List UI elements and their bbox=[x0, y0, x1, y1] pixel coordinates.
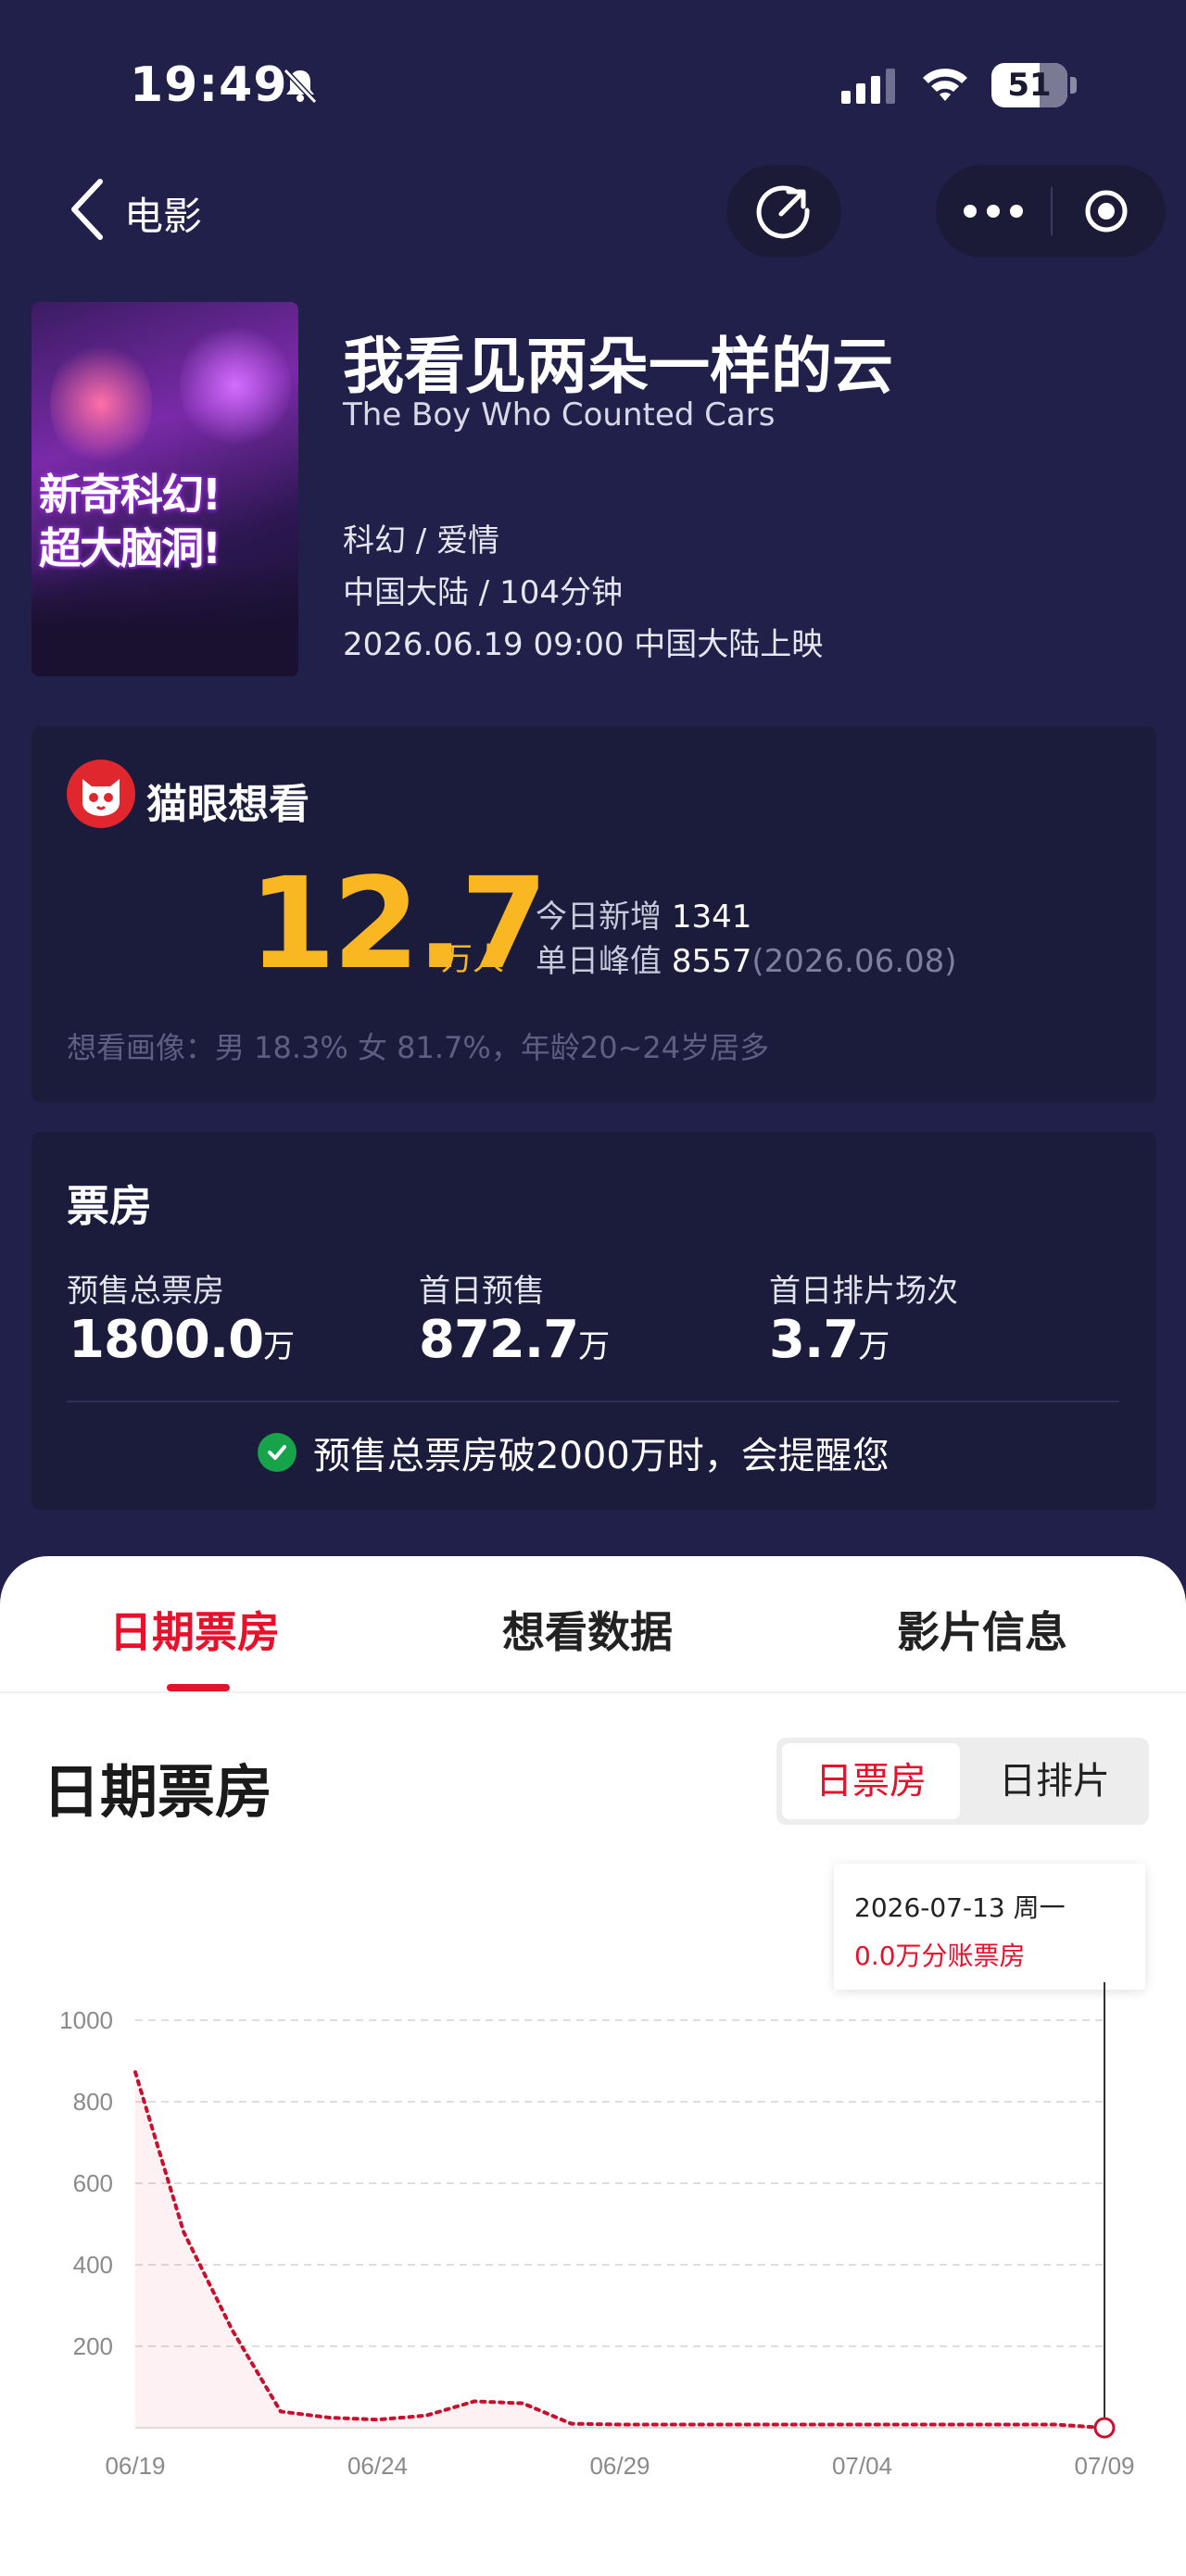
presale-total-label: 预售总票房 bbox=[67, 1273, 224, 1310]
daily-box-office-toggle[interactable]: 日票房 bbox=[782, 1743, 960, 1819]
tab-divider bbox=[0, 1691, 1186, 1693]
presale-total-value: 1800.0万 bbox=[69, 1310, 295, 1370]
check-circle-icon bbox=[258, 1433, 296, 1472]
y-tick-label: 800 bbox=[73, 2088, 113, 2116]
tooltip-date: 2026-07-13 周一 bbox=[854, 1892, 1066, 1923]
chart-tooltip: 2026-07-13 周一 0.0万分账票房 bbox=[834, 1864, 1145, 1990]
battery-level: 51 bbox=[1007, 67, 1052, 104]
movie-poster[interactable]: 新奇科幻! 超大脑洞! bbox=[32, 302, 298, 676]
nav-title[interactable]: 电影 bbox=[124, 185, 202, 242]
movie-title-en: The Boy Who Counted Cars bbox=[343, 396, 776, 434]
want-peak: 单日峰值 8557(2026.06.08) bbox=[536, 943, 957, 980]
mini-program-capsule bbox=[936, 165, 1166, 258]
tooltip-value: 0.0万分账票房 bbox=[854, 1941, 1026, 1971]
reminder-text: 预售总票房破2000万时，会提醒您 bbox=[313, 1435, 890, 1477]
cellular-signal-icon bbox=[841, 69, 895, 104]
first-day-presale-label: 首日预售 bbox=[419, 1273, 545, 1310]
daily-schedule-toggle[interactable]: 日排片 bbox=[965, 1743, 1143, 1819]
more-button[interactable] bbox=[964, 193, 1023, 230]
y-tick-label: 600 bbox=[73, 2169, 113, 2197]
want-today: 今日新增 1341 bbox=[536, 898, 752, 936]
chart-mode-toggle: 日票房 日排片 bbox=[776, 1738, 1149, 1825]
share-icon bbox=[756, 185, 810, 239]
maoyan-cat-icon bbox=[67, 760, 135, 828]
series-line bbox=[133, 2070, 1106, 2430]
x-tick-label: 06/24 bbox=[347, 2452, 408, 2480]
daily-box-office-chart[interactable]: 200 400 600 800 1000 06/19 06/24 06/29 07/04 07/0… bbox=[0, 1982, 1186, 2575]
status-time: 19:49 bbox=[130, 57, 288, 113]
box-office-title: 票房 bbox=[67, 1181, 152, 1231]
close-target-icon[interactable] bbox=[1084, 189, 1129, 233]
want-portrait: 想看画像：男 18.3% 女 81.7%，年龄20~24岁居多 bbox=[67, 1030, 770, 1065]
battery-icon: 51 bbox=[991, 63, 1077, 107]
series-area bbox=[135, 2072, 1104, 2428]
x-tick-label: 06/29 bbox=[589, 2452, 650, 2480]
tab-movie-info[interactable]: 影片信息 bbox=[897, 1599, 1067, 1660]
poster-slogan-1: 新奇科幻! bbox=[39, 470, 221, 520]
first-day-shows-label: 首日排片场次 bbox=[769, 1273, 958, 1310]
movie-title: 我看见两朵一样的云 bbox=[343, 331, 893, 402]
back-chevron-icon[interactable] bbox=[65, 176, 111, 243]
bell-muted-icon bbox=[283, 68, 318, 105]
active-tab-indicator bbox=[167, 1684, 230, 1691]
y-tick-label: 200 bbox=[73, 2332, 113, 2360]
y-tick-label: 1000 bbox=[59, 2006, 113, 2034]
tab-daily-box-office[interactable]: 日期票房 bbox=[109, 1599, 280, 1660]
movie-genres: 科幻 / 爱情 bbox=[343, 522, 500, 559]
first-day-presale-value: 872.7万 bbox=[419, 1310, 610, 1370]
x-tick-label: 06/19 bbox=[105, 2452, 165, 2480]
tab-want-data[interactable]: 想看数据 bbox=[502, 1599, 673, 1660]
first-day-shows-value: 3.7万 bbox=[769, 1310, 890, 1370]
want-title: 猫眼想看 bbox=[146, 781, 309, 828]
divider bbox=[67, 1401, 1119, 1402]
box-office-reminder[interactable]: 预售总票房破2000万时，会提醒您 bbox=[258, 1428, 962, 1477]
status-bar: 19:49 51 bbox=[0, 0, 1186, 167]
movie-region-duration: 中国大陆 / 104分钟 bbox=[343, 574, 623, 611]
share-button[interactable] bbox=[726, 165, 841, 258]
want-unit: 万人 bbox=[441, 941, 504, 978]
section-title: 日期票房 bbox=[43, 1758, 273, 1826]
wifi-icon bbox=[923, 69, 967, 101]
x-tick-label: 07/04 bbox=[832, 2452, 892, 2480]
movie-release: 2026.06.19 09:00 中国大陆上映 bbox=[343, 626, 824, 663]
x-tick-label: 07/09 bbox=[1074, 2452, 1134, 2480]
y-tick-label: 400 bbox=[73, 2251, 113, 2279]
highlight-point bbox=[1093, 2417, 1116, 2439]
